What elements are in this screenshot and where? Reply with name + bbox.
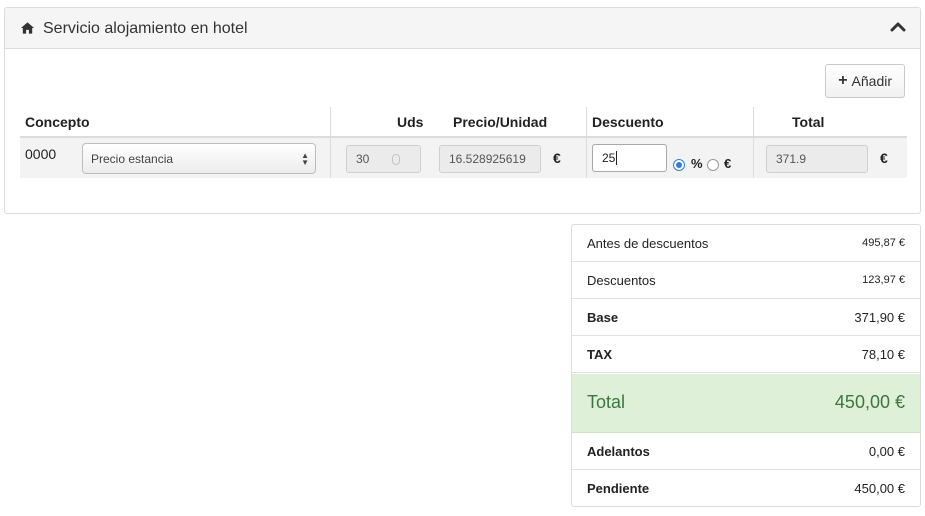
column-divider	[586, 107, 587, 178]
uds-value: 30	[356, 152, 370, 166]
discount-euro-label: €	[724, 156, 732, 171]
total-label: Total	[587, 392, 626, 412]
discount-percent-label: %	[691, 156, 703, 171]
base-label: Base	[587, 310, 619, 325]
total-input-value: 371.9	[776, 152, 807, 166]
column-divider	[753, 107, 754, 178]
header-concepto: Concepto	[25, 114, 90, 130]
header-total: Total	[792, 114, 825, 130]
pendiente-value: 450,00 €	[854, 481, 905, 496]
base-value: 371,90 €	[854, 310, 905, 325]
descuentos-value: 123,97 €	[862, 274, 905, 286]
adelantos-label: Adelantos	[587, 444, 650, 459]
header-descuento: Descuento	[592, 114, 664, 130]
spinner-icon[interactable]	[392, 154, 400, 165]
precio-currency: €	[553, 150, 561, 166]
total-currency: €	[880, 150, 888, 166]
pendiente-label: Pendiente	[587, 481, 650, 496]
tax-label: TAX	[587, 347, 613, 362]
header-uds: Uds	[397, 114, 424, 130]
adelantos-value: 0,00 €	[868, 444, 905, 459]
tax-value: 78,10 €	[861, 347, 905, 362]
text-caret	[616, 151, 618, 165]
panel-title: Servicio alojamiento en hotel	[43, 20, 248, 37]
precio-unidad-value: 16.528925619	[449, 152, 526, 166]
total-input[interactable]: 371.9	[766, 145, 868, 173]
summary-row-base: Base 371,90 €	[572, 299, 920, 336]
descuento-input[interactable]: 25	[592, 144, 667, 172]
total-value: 450,00 €	[834, 392, 905, 412]
antes-label: Antes de descuentos	[587, 236, 709, 251]
descuento-value: 25	[602, 151, 616, 165]
add-button-label: Añadir	[851, 73, 892, 89]
discount-euro-radio[interactable]	[707, 159, 719, 171]
select-arrows-icon: ▲ ▼	[301, 151, 309, 167]
concept-select-value: Precio estancia	[91, 151, 174, 166]
uds-input[interactable]: 30	[346, 145, 421, 173]
antes-value: 495,87 €	[862, 237, 905, 249]
plus-icon: +	[838, 72, 848, 89]
summary-row-adelantos: Adelantos 0,00 €	[572, 433, 920, 470]
descuentos-label: Descuentos	[587, 273, 656, 288]
summary-row-antes: Antes de descuentos 495,87 €	[572, 225, 920, 262]
column-divider	[330, 107, 331, 178]
home-icon	[20, 22, 35, 34]
discount-percent-radio[interactable]	[673, 159, 685, 171]
header-precio-unidad: Precio/Unidad	[453, 114, 548, 130]
summary-panel: Antes de descuentos 495,87 € Descuentos …	[571, 224, 921, 507]
add-line-button[interactable]: + Añadir	[825, 64, 905, 98]
concept-select[interactable]: Precio estancia ▲ ▼	[82, 143, 316, 174]
summary-row-descuentos: Descuentos 123,97 €	[572, 262, 920, 299]
chevron-up-icon[interactable]	[890, 20, 906, 34]
panel-header[interactable]: Servicio alojamiento en hotel	[5, 8, 920, 49]
header-divider	[20, 136, 907, 138]
summary-row-total: Total 450,00 €	[572, 374, 920, 433]
service-panel: Servicio alojamiento en hotel + Añadir C…	[4, 7, 921, 214]
concept-code: 0000	[25, 146, 57, 162]
summary-row-pendiente: Pendiente 450,00 €	[572, 470, 920, 506]
precio-unidad-input[interactable]: 16.528925619	[439, 145, 541, 173]
summary-row-tax: TAX 78,10 €	[572, 336, 920, 373]
